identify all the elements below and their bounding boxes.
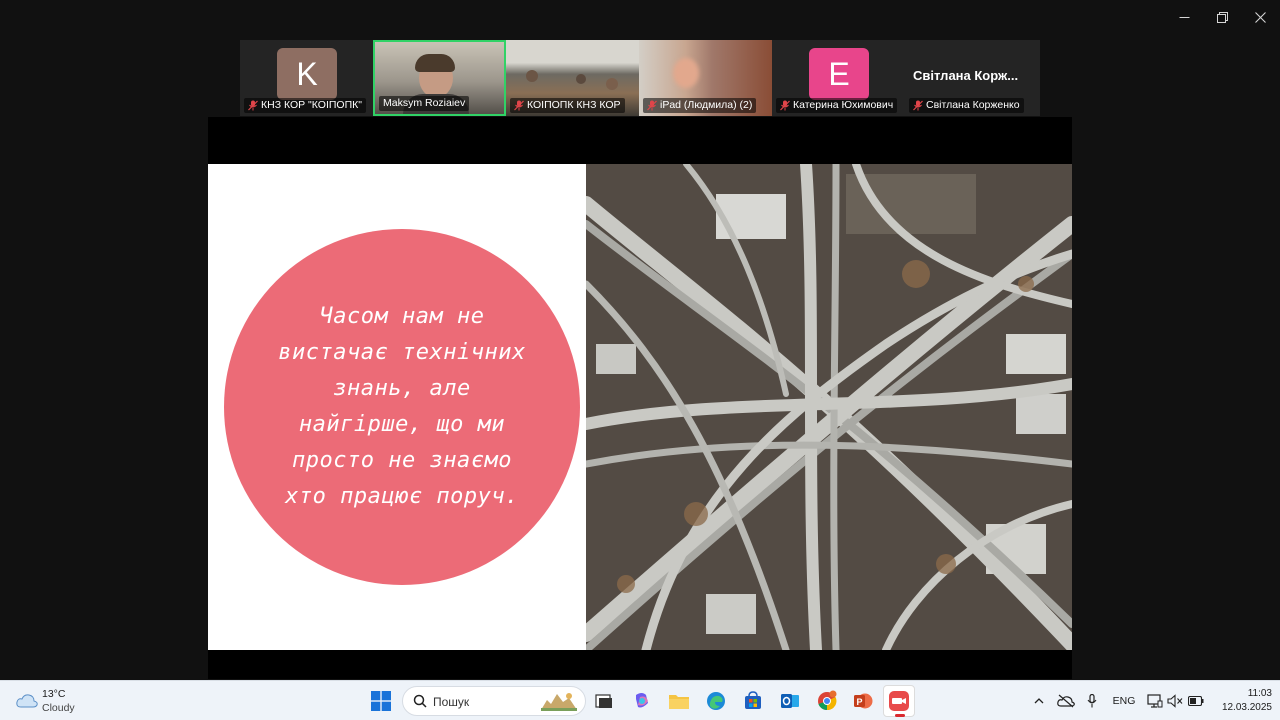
search-input[interactable]	[433, 693, 533, 710]
close-icon	[1254, 11, 1266, 23]
speaker-muted-icon	[1167, 694, 1183, 708]
taskbar-search[interactable]	[402, 686, 586, 716]
participant-label: КОІПОПК КНЗ КОР	[510, 98, 625, 113]
mic-muted-icon	[248, 100, 258, 111]
store-button[interactable]	[737, 685, 769, 717]
participant-video	[576, 74, 586, 84]
participant-tile[interactable]: КОІПОПК КНЗ КОР	[506, 40, 639, 116]
participant-video	[606, 78, 618, 90]
show-hidden-icons-button[interactable]	[1030, 681, 1048, 720]
restore-button[interactable]	[1203, 0, 1241, 34]
outlook-icon	[781, 694, 799, 708]
file-explorer-button[interactable]	[663, 685, 695, 717]
weather-widget[interactable]: 13°C Cloudy	[14, 687, 104, 717]
microphone-status[interactable]	[1083, 681, 1101, 720]
participant-tile[interactable]: K КНЗ КОР "КОІПОПК"	[240, 40, 373, 116]
microphone-icon	[1087, 694, 1097, 708]
clock-date: 12.03.2025	[1221, 702, 1272, 713]
participant-name: КНЗ КОР "КОІПОПК"	[261, 99, 362, 111]
participant-video	[673, 58, 699, 88]
quote-line: найгірше, що ми	[298, 412, 506, 437]
avatar: E	[809, 48, 869, 100]
quote-line: Часом нам не	[319, 304, 485, 329]
edge-icon	[707, 692, 725, 710]
windows-logo-icon	[371, 691, 391, 711]
cloud-icon	[16, 694, 38, 708]
participant-label: КНЗ КОР "КОІПОПК"	[244, 98, 366, 113]
display-network-icon	[1147, 694, 1163, 708]
slide-quote: Часом нам не вистачає технічних знань, а…	[252, 299, 552, 515]
avatar: K	[277, 48, 337, 100]
shared-screen: Часом нам не вистачає технічних знань, а…	[208, 117, 1072, 679]
participant-tile-active[interactable]: Maksym Roziaiev	[373, 40, 506, 116]
participant-tile[interactable]: Світлана Корж... Світлана Корженко	[905, 40, 1040, 116]
highway-interchange-photo	[586, 164, 1072, 650]
participant-name: КОІПОПК КНЗ КОР	[527, 99, 621, 111]
participant-label: Maksym Roziaiev	[379, 96, 470, 111]
mic-muted-icon	[780, 100, 790, 111]
quote-circle: Часом нам не вистачає технічних знань, а…	[224, 229, 580, 585]
quote-line: просто не знаємо	[292, 448, 512, 473]
active-app-indicator	[895, 714, 905, 717]
participant-label: Світлана Корженко	[909, 98, 1024, 113]
close-button[interactable]	[1241, 0, 1279, 34]
weather-condition: Cloudy	[42, 702, 75, 714]
mic-muted-icon	[647, 100, 657, 111]
quote-line: вистачає технічних	[278, 340, 526, 365]
outlook-button[interactable]	[774, 685, 806, 717]
clock-time: 11:03	[1247, 688, 1272, 699]
cloud-offline-icon	[1057, 694, 1075, 708]
chrome-icon	[818, 690, 837, 711]
powerpoint-icon: P	[854, 693, 873, 709]
participant-display-name: Світлана Корж...	[913, 68, 1019, 83]
battery-status[interactable]	[1186, 681, 1206, 720]
edge-button[interactable]	[700, 685, 732, 717]
restore-icon	[1216, 11, 1228, 23]
search-icon	[413, 694, 427, 708]
battery-icon	[1188, 696, 1204, 706]
participant-name: Світлана Корженко	[926, 99, 1020, 111]
network-status[interactable]	[1146, 681, 1164, 720]
mic-muted-icon	[514, 100, 524, 111]
participant-video-hair	[415, 54, 455, 72]
search-highlight-icon	[541, 693, 577, 711]
participant-name: Катерина Юхимович	[793, 99, 894, 111]
presentation-slide: Часом нам не вистачає технічних знань, а…	[208, 164, 1072, 650]
participant-name: Maksym Roziaiev	[383, 97, 466, 109]
weather-temperature: 13°C	[42, 688, 66, 700]
task-view-icon	[595, 694, 612, 708]
participant-name: iPad (Людмила) (2)	[660, 99, 753, 111]
volume-status[interactable]	[1166, 681, 1184, 720]
copilot-button[interactable]	[626, 685, 658, 717]
zoom-icon	[889, 691, 909, 711]
system-clock[interactable]: 11:03 12.03.2025	[1212, 687, 1272, 715]
start-button[interactable]	[365, 685, 397, 717]
participant-tile[interactable]: E Катерина Юхимович	[772, 40, 905, 116]
powerpoint-button[interactable]: P	[847, 685, 879, 717]
store-icon	[745, 691, 761, 709]
svg-text:P: P	[857, 697, 863, 707]
participant-label: iPad (Людмила) (2)	[643, 98, 757, 113]
minimize-button[interactable]	[1165, 0, 1203, 34]
highway-aerial-image	[586, 164, 1072, 650]
task-view-button[interactable]	[588, 685, 620, 717]
mic-muted-icon	[913, 100, 923, 111]
folder-icon	[669, 695, 689, 709]
participant-strip: K КНЗ КОР "КОІПОПК" Maksym Roziaiev КОІП…	[240, 40, 1040, 116]
chrome-button[interactable]	[811, 685, 843, 717]
language-indicator[interactable]: ENG	[1108, 681, 1140, 720]
participant-tile[interactable]: iPad (Людмила) (2)	[639, 40, 772, 116]
zoom-button[interactable]	[883, 685, 915, 717]
zoom-meeting-window: K КНЗ КОР "КОІПОПК" Maksym Roziaiev КОІП…	[0, 0, 1280, 720]
chevron-up-icon	[1034, 698, 1044, 704]
quote-line: знань, але	[333, 376, 471, 401]
quote-line: хто працює поруч.	[285, 484, 519, 509]
minimize-icon	[1179, 16, 1189, 18]
onedrive-status[interactable]	[1055, 681, 1077, 720]
copilot-icon	[636, 693, 648, 708]
participant-video	[526, 70, 538, 82]
windows-taskbar: 13°C Cloudy Пошук P ENG 11:03 12.03.2025	[0, 680, 1280, 720]
participant-label: Катерина Юхимович	[776, 98, 898, 113]
